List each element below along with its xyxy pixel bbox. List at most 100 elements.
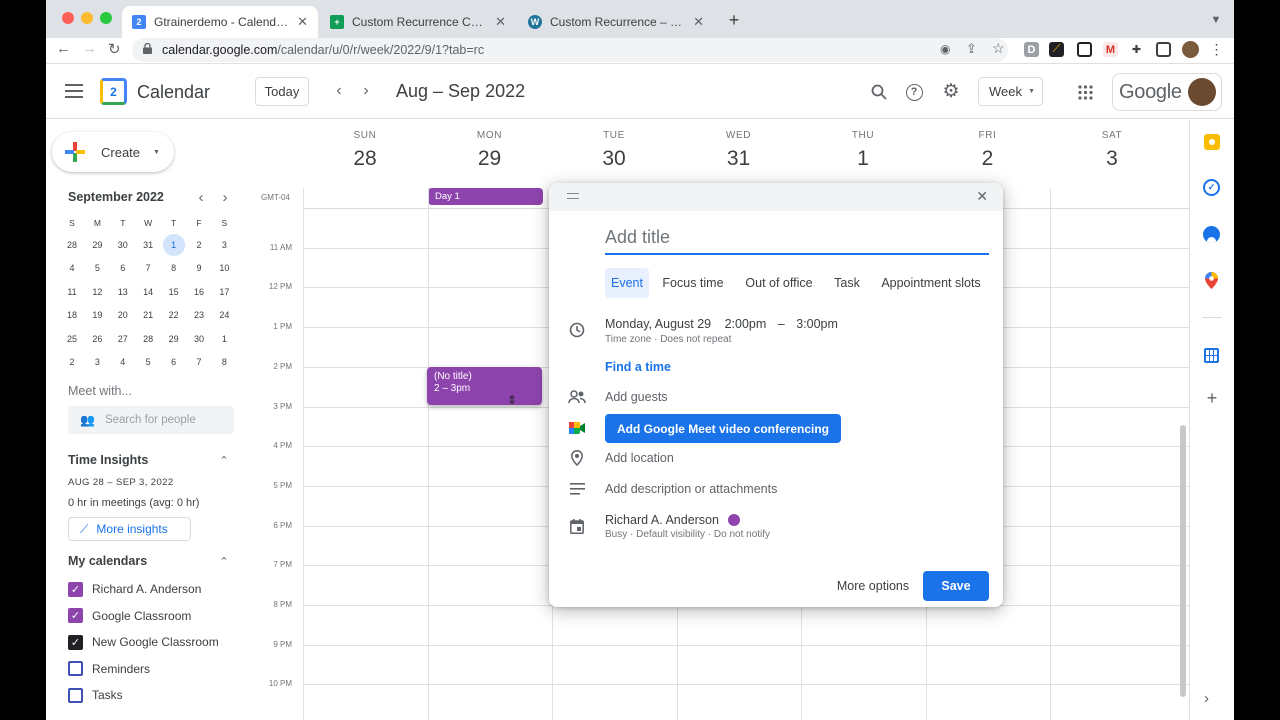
- search-icon[interactable]: [868, 81, 890, 103]
- day-header[interactable]: TUE 30: [552, 130, 676, 171]
- day-header[interactable]: FRI 2: [926, 130, 1050, 171]
- profile-avatar[interactable]: [1182, 41, 1199, 58]
- date-label[interactable]: Monday, August 29: [605, 317, 711, 331]
- all-day-event[interactable]: Day 1: [428, 188, 543, 205]
- mini-day[interactable]: 24: [213, 304, 235, 326]
- tab-event[interactable]: Event: [605, 268, 649, 298]
- calendar-item[interactable]: ✓ Richard A. Anderson: [68, 578, 201, 600]
- dialog-drag-bar[interactable]: ✕: [549, 183, 1003, 211]
- apps-grid-icon[interactable]: [1074, 81, 1096, 103]
- reload-icon[interactable]: ↻: [108, 40, 121, 58]
- mini-day[interactable]: 20: [112, 304, 134, 326]
- mini-day[interactable]: 3: [86, 351, 108, 373]
- start-time[interactable]: 2:00pm: [725, 317, 767, 331]
- close-window-dot[interactable]: [62, 12, 74, 24]
- mini-day[interactable]: 26: [86, 328, 108, 350]
- add-description[interactable]: Add description or attachments: [605, 482, 777, 496]
- maximize-window-dot[interactable]: [100, 12, 112, 24]
- day-number[interactable]: 2: [926, 147, 1050, 171]
- more-insights-button[interactable]: ⟋ More insights: [68, 517, 191, 541]
- today-button[interactable]: Today: [255, 77, 309, 106]
- mini-day[interactable]: 8: [163, 257, 185, 279]
- close-dialog-icon[interactable]: ✕: [976, 188, 988, 205]
- owner-details[interactable]: Busy · Default visibility · Do not notif…: [605, 529, 770, 540]
- search-people-input[interactable]: 👥 Search for people: [68, 406, 234, 434]
- settings-gear-icon[interactable]: ⚙: [940, 80, 962, 102]
- day-header[interactable]: MON 29: [428, 130, 552, 171]
- help-icon[interactable]: ?: [903, 81, 925, 103]
- keep-icon[interactable]: [1204, 134, 1220, 150]
- tab-task[interactable]: Task: [830, 268, 864, 298]
- mini-day[interactable]: 7: [188, 351, 210, 373]
- browser-menu-icon[interactable]: ⋮: [1209, 41, 1224, 57]
- more-options-button[interactable]: More options: [829, 571, 917, 601]
- tab-focus-time[interactable]: Focus time: [657, 268, 729, 298]
- share-icon[interactable]: ⇪: [966, 41, 977, 57]
- calendar-item[interactable]: Tasks: [68, 684, 123, 706]
- time-insights-title[interactable]: Time Insights: [68, 453, 148, 467]
- mini-day[interactable]: 11: [61, 281, 83, 303]
- checked-checkbox-icon[interactable]: ✓: [68, 581, 83, 597]
- mini-day[interactable]: 27: [112, 328, 134, 350]
- address-bar[interactable]: calendar.google.com/calendar/u/0/r/week/…: [132, 38, 1008, 62]
- mini-day[interactable]: 6: [112, 257, 134, 279]
- mini-day[interactable]: 1: [162, 234, 185, 256]
- eye-icon[interactable]: ◉: [940, 42, 950, 56]
- end-time[interactable]: 3:00pm: [796, 317, 838, 331]
- add-addon-icon[interactable]: +: [1202, 388, 1222, 408]
- mini-day[interactable]: 25: [61, 328, 83, 350]
- maps-icon[interactable]: [1205, 272, 1218, 289]
- title-input[interactable]: Add title: [605, 227, 989, 255]
- tab-appointment-slots[interactable]: Appointment slots: [875, 268, 987, 298]
- previous-week-chevron-icon[interactable]: ‹: [329, 80, 349, 102]
- calendar-item[interactable]: ✓ New Google Classroom: [68, 631, 219, 653]
- collapse-insights-chevron-icon[interactable]: ⌃: [216, 452, 232, 468]
- browser-tab-calendar[interactable]: 2 Gtrainerdemo - Calendar - Week ✕: [122, 6, 318, 38]
- day-header[interactable]: THU 1: [801, 130, 925, 171]
- mini-day[interactable]: 9: [188, 257, 210, 279]
- tab-search-chevron-icon[interactable]: ▼: [1206, 10, 1226, 30]
- calendar-item[interactable]: Reminders: [68, 658, 150, 680]
- extension-chart-icon[interactable]: ⟋: [1049, 42, 1064, 57]
- forward-icon[interactable]: →: [82, 40, 97, 57]
- mini-day[interactable]: 30: [112, 234, 134, 256]
- extension-color-icon[interactable]: M: [1103, 42, 1118, 57]
- extensions-puzzle-icon[interactable]: ✚: [1129, 42, 1144, 57]
- day-number[interactable]: 30: [552, 147, 676, 171]
- timezone-recurrence[interactable]: Time zone · Does not repeat: [605, 334, 731, 345]
- day-header[interactable]: WED 31: [677, 130, 801, 171]
- mini-day[interactable]: 15: [163, 281, 185, 303]
- mini-day[interactable]: 5: [137, 351, 159, 373]
- back-icon[interactable]: ←: [56, 40, 71, 57]
- mini-day[interactable]: 13: [112, 281, 134, 303]
- mini-day[interactable]: 16: [188, 281, 210, 303]
- side-panel-icon[interactable]: [1156, 42, 1171, 57]
- mini-day[interactable]: 14: [137, 281, 159, 303]
- mini-day[interactable]: 2: [61, 351, 83, 373]
- close-tab-icon[interactable]: ✕: [297, 14, 308, 30]
- minimize-window-dot[interactable]: [81, 12, 93, 24]
- extension-square-icon[interactable]: [1077, 42, 1092, 57]
- mini-day[interactable]: 29: [86, 234, 108, 256]
- mini-day[interactable]: 21: [137, 304, 159, 326]
- calendar-item[interactable]: ✓ Google Classroom: [68, 605, 191, 627]
- mini-day[interactable]: 12: [86, 281, 108, 303]
- mini-day[interactable]: 28: [137, 328, 159, 350]
- calculator-icon[interactable]: [1204, 348, 1219, 363]
- mini-day[interactable]: 7: [137, 257, 159, 279]
- close-tab-icon[interactable]: ✕: [495, 14, 506, 30]
- expand-panel-chevron-icon[interactable]: ›: [1204, 690, 1209, 707]
- scrollbar[interactable]: [1180, 425, 1186, 697]
- create-button[interactable]: Create ▼: [52, 132, 174, 172]
- mini-day[interactable]: 30: [188, 328, 210, 350]
- mini-day[interactable]: 4: [61, 257, 83, 279]
- mini-day[interactable]: 1: [213, 328, 235, 350]
- mini-day[interactable]: 23: [188, 304, 210, 326]
- mini-day[interactable]: 18: [61, 304, 83, 326]
- day-number[interactable]: 1: [801, 147, 925, 171]
- day-number[interactable]: 31: [677, 147, 801, 171]
- browser-tab-sheets[interactable]: + Custom Recurrence Config - Goo ✕: [320, 6, 516, 38]
- bookmark-star-icon[interactable]: ☆: [992, 40, 1005, 57]
- contacts-icon[interactable]: [1203, 226, 1220, 243]
- mini-day[interactable]: 10: [213, 257, 235, 279]
